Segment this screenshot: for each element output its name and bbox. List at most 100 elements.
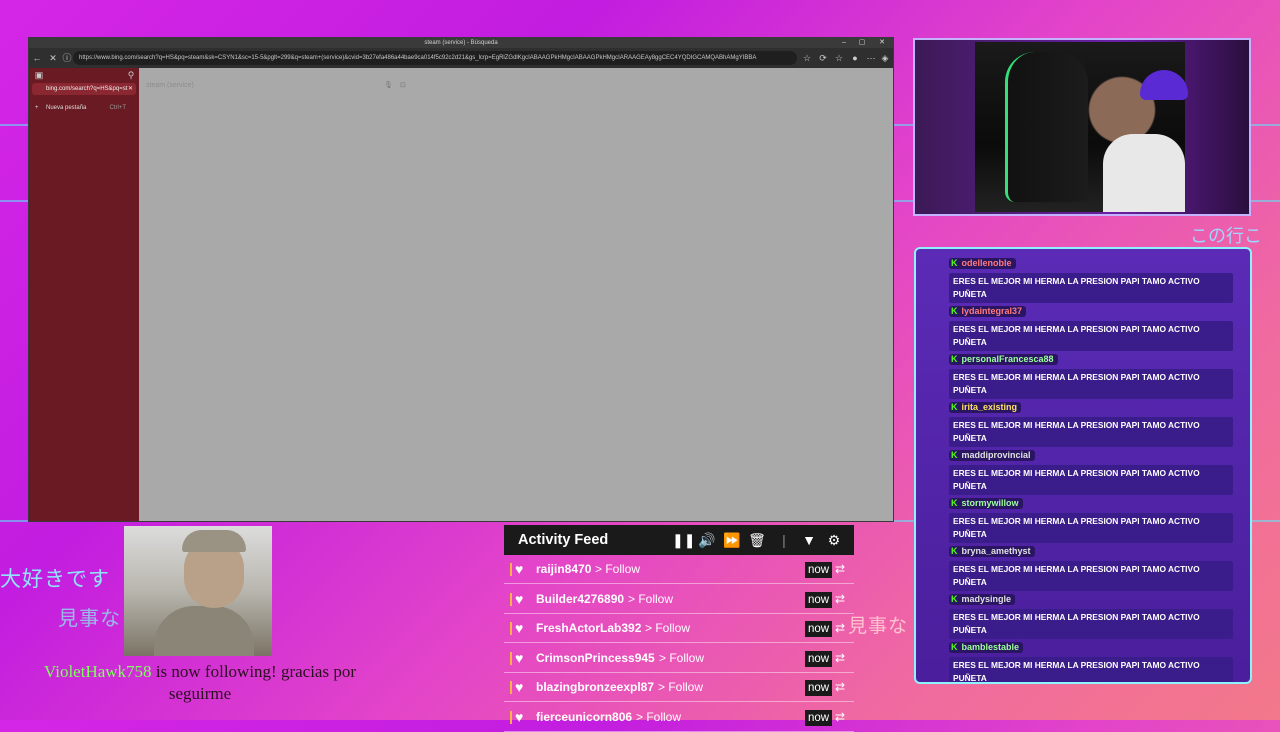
feed-username: FreshActorLab392 — [536, 621, 642, 635]
back-icon[interactable]: ← — [31, 52, 43, 64]
chat-username-tag[interactable]: KpersonalFrancesca88 — [949, 354, 1058, 365]
feed-username: blazingbronzeexpl87 — [536, 680, 655, 694]
webcam-feed — [975, 42, 1188, 212]
replay-icon[interactable]: ⇄ — [835, 620, 845, 636]
chat-username: maddiprovincial — [961, 450, 1031, 460]
feed-time: now — [805, 591, 833, 608]
kick-badge-icon: K — [951, 354, 958, 364]
favorites-icon[interactable]: ☆ — [833, 52, 845, 64]
divider: | — [782, 532, 786, 548]
stop-icon[interactable]: ✕ — [47, 52, 59, 64]
tab-bing-search[interactable]: bing.com/search?q=HS&pq=st ✕ — [32, 83, 136, 95]
kick-badge-icon: K — [951, 546, 958, 556]
follower-name: VioletHawk758 — [43, 662, 152, 681]
info-icon[interactable]: ⓘ — [61, 52, 73, 64]
mic-icon[interactable]: 🎙 — [384, 78, 393, 94]
feed-action: > Follow — [595, 562, 641, 576]
close-tab-icon[interactable]: ✕ — [128, 83, 133, 95]
feed-username: raijin8470 — [536, 562, 592, 576]
chat-username: stormywillow — [961, 498, 1019, 508]
kick-badge-icon: K — [951, 642, 958, 652]
profile-icon[interactable]: ● — [849, 52, 861, 64]
feed-row[interactable]: ♥ FreshActorLab392 > Follow now ⇄ — [504, 614, 854, 643]
search-input[interactable]: steam (service) 🎙 ⊡ — [142, 78, 412, 94]
chat-username-tag[interactable]: Kmadysingle — [949, 594, 1016, 605]
chat-username: bryna_amethyst — [961, 546, 1031, 556]
heart-icon: ♥ — [515, 620, 524, 636]
streamer-hat — [1140, 70, 1188, 100]
chat-username-tag[interactable]: Kbryna_amethyst — [949, 546, 1035, 557]
chat-username-tag[interactable]: Kbamblestable — [949, 642, 1024, 653]
heart-icon: ♥ — [515, 649, 524, 666]
trash-icon[interactable]: 🗑 — [748, 525, 766, 555]
feed-time: now — [805, 680, 833, 696]
star-icon[interactable]: ☆ — [801, 52, 813, 64]
chat-text: ERES EL MEJOR MI HERMA LA PRESION PAPI T… — [949, 609, 1233, 639]
kick-badge-icon: K — [951, 594, 958, 604]
activity-feed: Activity Feed ❚❚ 🔊 ⏩ 🗑 | ▼ ⚙ ♥ raijin8470… — [504, 525, 854, 732]
feed-action: > Follow — [659, 650, 705, 665]
feed-row[interactable]: ♥ fierceunicorn806 > Follow now ⇄ — [504, 703, 854, 732]
feed-username: CrimsonPrincess945 — [536, 650, 655, 665]
chat-message: Kbamblestable ERES EL MEJOR MI HERMA LA P… — [949, 637, 1233, 682]
replay-icon[interactable]: ⇄ — [835, 650, 845, 666]
feed-accent-bar — [510, 592, 512, 606]
chat-message: Klydaintegral37 ERES EL MEJOR MI HERMA LA… — [949, 301, 1233, 351]
chat-username: personalFrancesca88 — [961, 354, 1054, 364]
feed-time: now — [805, 621, 833, 637]
browser-navbar: ← ✕ ⓘ https://www.bing.com/search?q=HS&p… — [29, 48, 893, 68]
feed-accent-bar — [510, 622, 512, 635]
volume-icon[interactable]: 🔊 — [698, 525, 716, 555]
sidebar-tab-label: bing.com/search?q=HS&pq=st — [46, 86, 128, 92]
pause-icon[interactable]: ❚❚ — [672, 525, 695, 555]
feed-action: > Follow — [636, 709, 682, 724]
feed-row[interactable]: ♥ CrimsonPrincess945 > Follow now ⇄ — [504, 644, 854, 673]
copilot-icon[interactable]: ◈ — [879, 52, 891, 64]
chat-message: Kstormywillow ERES EL MEJOR MI HERMA LA P… — [949, 493, 1233, 543]
search-value: steam (service) — [146, 82, 194, 89]
plus-icon: + — [35, 105, 39, 111]
replay-icon[interactable]: ⇄ — [835, 679, 845, 695]
chat-message: Kirita_existing ERES EL MEJOR MI HERMA LA… — [949, 397, 1233, 447]
replay-icon[interactable]: ⇄ — [835, 561, 845, 577]
skip-icon[interactable]: ⏩ — [723, 525, 741, 555]
new-tab-button[interactable]: + Nueva pestaña Ctrl+T — [32, 102, 136, 114]
replay-icon[interactable]: ⇄ — [835, 709, 845, 725]
pin-icon[interactable]: ⚲ — [125, 69, 137, 81]
chat-username: madysingle — [961, 594, 1012, 604]
tab-actions-icon[interactable]: ▣ — [33, 69, 45, 81]
chat-username-tag[interactable]: Kstormywillow — [949, 498, 1023, 509]
address-bar[interactable]: https://www.bing.com/search?q=HS&pq=stea… — [73, 51, 797, 65]
alert-clip — [124, 526, 272, 656]
visual-search-icon[interactable]: ⊡ — [400, 78, 406, 94]
kick-badge-icon: K — [951, 450, 958, 460]
heart-icon: ♥ — [515, 590, 524, 607]
feed-accent-bar — [510, 681, 512, 694]
kick-badge-icon: K — [951, 498, 958, 508]
refresh-icon[interactable]: ⟳ — [817, 52, 829, 64]
gear-icon[interactable]: ⚙ — [825, 525, 843, 555]
new-tab-label: Nueva pestaña — [46, 105, 87, 111]
feed-row[interactable]: ♥ Builder4276890 > Follow now ⇄ — [504, 585, 854, 614]
feed-row[interactable]: ♥ blazingbronzeexpl87 > Follow now ⇄ — [504, 673, 854, 702]
chat-username-tag[interactable]: Klydaintegral37 — [949, 306, 1027, 317]
chat-text: ERES EL MEJOR MI HERMA LA PRESION PAPI T… — [949, 273, 1233, 303]
feed-username: Builder4276890 — [536, 591, 625, 606]
overlay-jp-text: 見事な — [58, 606, 121, 630]
close-icon[interactable]: ✕ — [875, 38, 889, 48]
maximize-icon[interactable]: ▢ — [855, 38, 869, 48]
new-tab-shortcut: Ctrl+T — [109, 105, 127, 111]
feed-row[interactable]: ♥ raijin8470 > Follow now ⇄ — [504, 555, 854, 584]
chat-username-tag[interactable]: Kmaddiprovincial — [949, 450, 1035, 461]
chat-username: odellenoble — [961, 258, 1012, 268]
minimize-icon[interactable]: – — [837, 38, 851, 48]
more-icon[interactable]: ⋯ — [865, 52, 877, 64]
replay-icon[interactable]: ⇄ — [835, 591, 845, 607]
kick-badge-icon: K — [951, 258, 958, 268]
chat-username: bamblestable — [961, 642, 1020, 652]
chat-username-tag[interactable]: Kirita_existing — [949, 402, 1022, 413]
heart-icon: ♥ — [515, 679, 524, 695]
chat-username-tag[interactable]: Kodellenoble — [949, 258, 1016, 269]
filter-icon[interactable]: ▼ — [800, 525, 818, 555]
webcam-frame — [913, 38, 1251, 216]
